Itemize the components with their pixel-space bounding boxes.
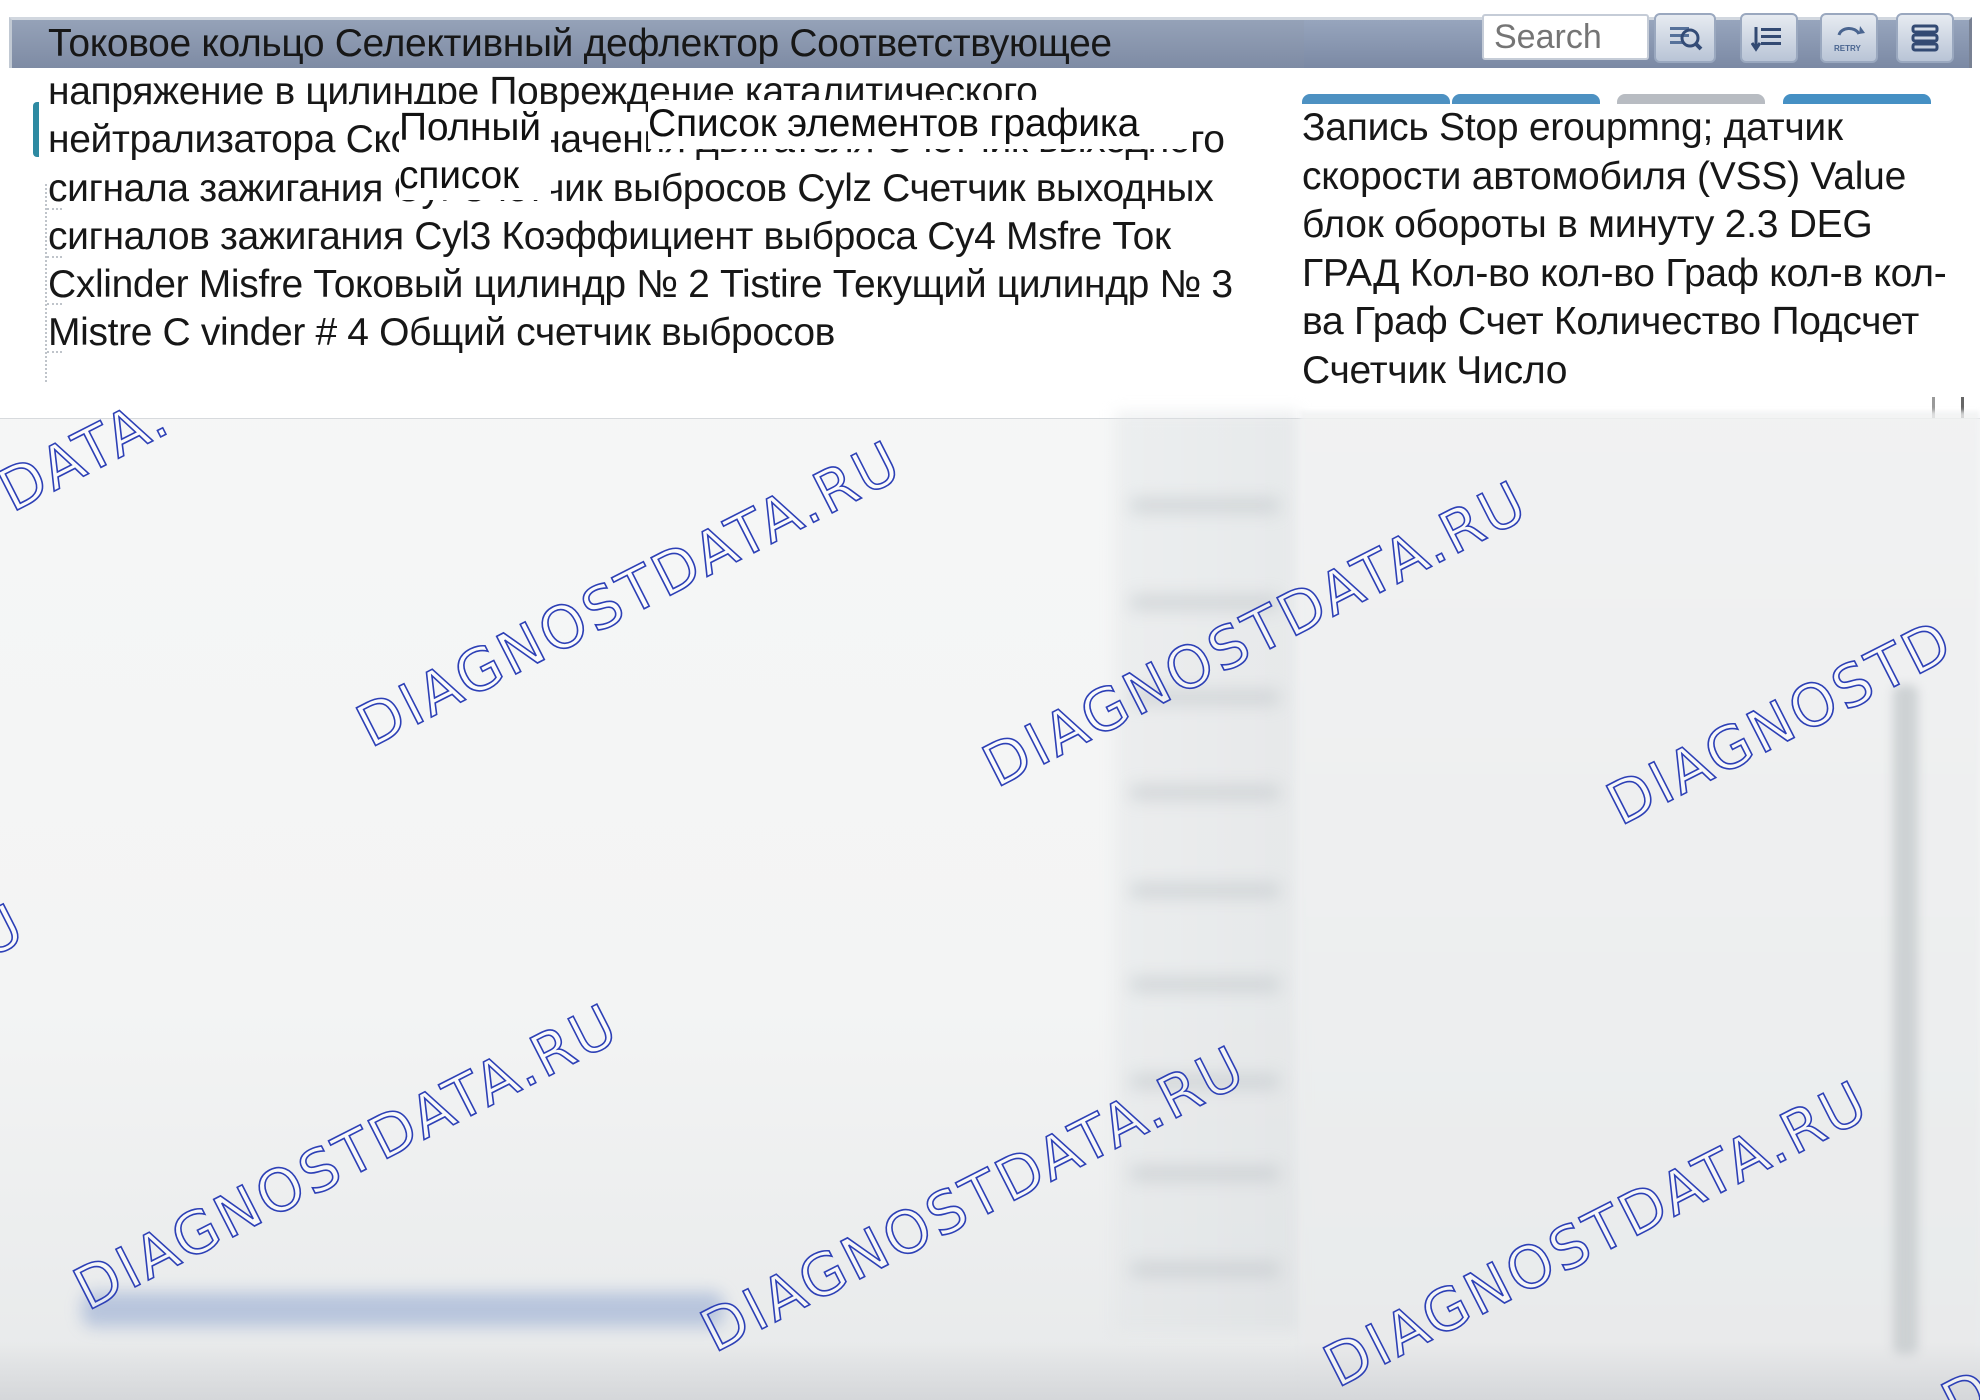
bottom-shadow [0,1342,1980,1400]
search-button[interactable] [1654,13,1716,63]
sort-list-icon [1751,21,1787,55]
blurred-row [1130,1262,1280,1277]
watermark-text: RU [0,889,37,991]
right-control-text: Запись Stop eroupmng; датчик скорости ав… [1302,104,1972,396]
blurred-row [1130,595,1280,610]
blurred-scrollbar[interactable] [1893,685,1918,1355]
visible-panel: RETRY Токовое кольцо Селекти [0,0,1980,419]
menu-icon [1907,21,1943,55]
blurred-right-panel [1300,411,1980,1400]
blurred-link[interactable] [82,1292,724,1327]
tab-indicator[interactable] [1783,94,1931,104]
list-button[interactable] [1740,13,1798,63]
tab-indicator[interactable] [1302,94,1450,104]
blurred-row [1130,690,1280,705]
tab-strip [1302,94,1967,104]
retry-button[interactable]: RETRY [1820,13,1878,63]
tab-indicator[interactable] [1617,94,1765,104]
tab-indicator[interactable] [1452,94,1600,104]
parameter-list-text: Токовое кольцо Селективный дефлектор Соо… [48,22,1233,355]
retry-label: RETRY [1834,44,1861,53]
diagnostic-screen: RETRY Токовое кольцо Селекти [0,0,1980,1400]
menu-button[interactable] [1896,13,1954,63]
search-list-icon [1667,21,1703,55]
retry-icon: RETRY [1831,21,1867,55]
blurred-row [1130,785,1280,800]
full-list-tab[interactable]: Полный список [399,104,551,200]
blurred-row [1130,1166,1280,1181]
watermark-text: DIAGNOSTDATA.RU [62,989,630,1324]
graph-elements-list-tab[interactable]: Список элементов графика [648,100,1193,149]
search-input[interactable] [1482,14,1649,60]
blurred-row [1130,1074,1280,1089]
blurred-list-column [1115,411,1299,1331]
blurred-row [1130,977,1280,992]
watermark-text: DIAGNOSTDATA.RU [345,426,913,761]
blurred-row [1130,498,1280,513]
blurred-row [1130,883,1280,898]
selected-row-accent [33,102,39,157]
